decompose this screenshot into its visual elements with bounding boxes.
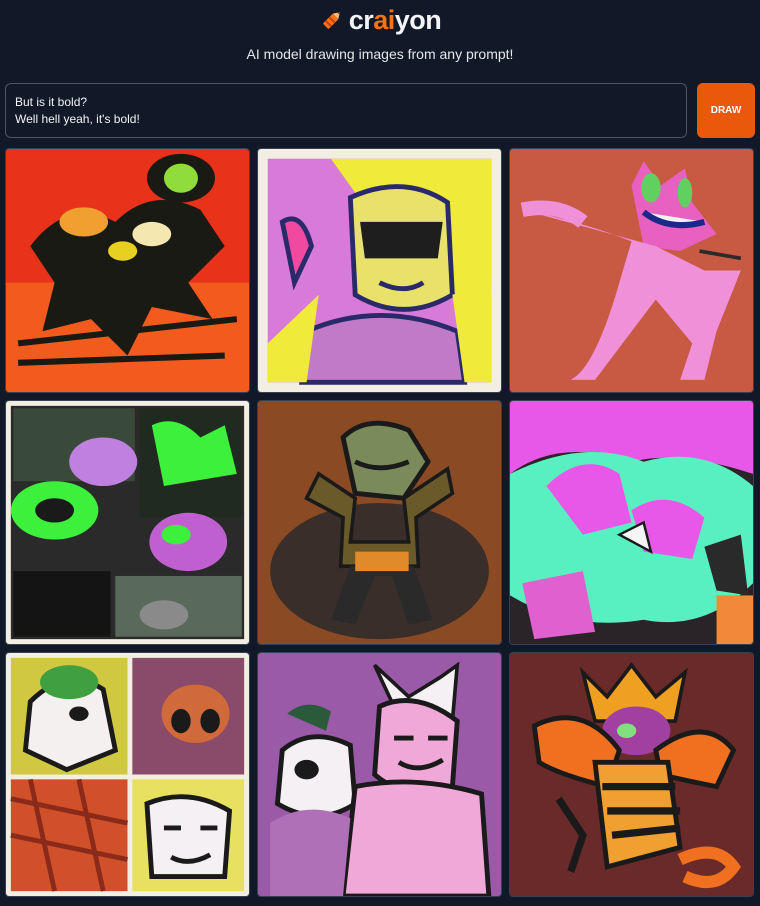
- generated-image-3[interactable]: [509, 148, 754, 393]
- crayon-icon: [319, 7, 345, 33]
- generated-image-7[interactable]: [5, 652, 250, 897]
- prompt-line-1: But is it bold?: [15, 95, 88, 109]
- brand-name: craiyon: [348, 5, 442, 35]
- image-grid: [5, 148, 755, 898]
- generated-image-2[interactable]: [257, 148, 502, 393]
- draw-button[interactable]: DRAW: [697, 83, 755, 138]
- prompt-line-2: Well hell yeah, it's bold!: [15, 112, 140, 126]
- generated-image-8[interactable]: [257, 652, 502, 897]
- logo[interactable]: craiyon: [0, 4, 760, 36]
- generated-image-9[interactable]: [509, 652, 754, 897]
- generated-image-5[interactable]: [257, 400, 502, 645]
- prompt-input[interactable]: But is it bold? Well hell yeah, it's bol…: [5, 83, 687, 138]
- header: craiyon AI model drawing images from any…: [0, 0, 760, 80]
- generated-image-6[interactable]: [509, 400, 754, 645]
- generated-image-1[interactable]: [5, 148, 250, 393]
- tagline: AI model drawing images from any prompt!: [246, 46, 514, 62]
- generated-image-4[interactable]: [5, 400, 250, 645]
